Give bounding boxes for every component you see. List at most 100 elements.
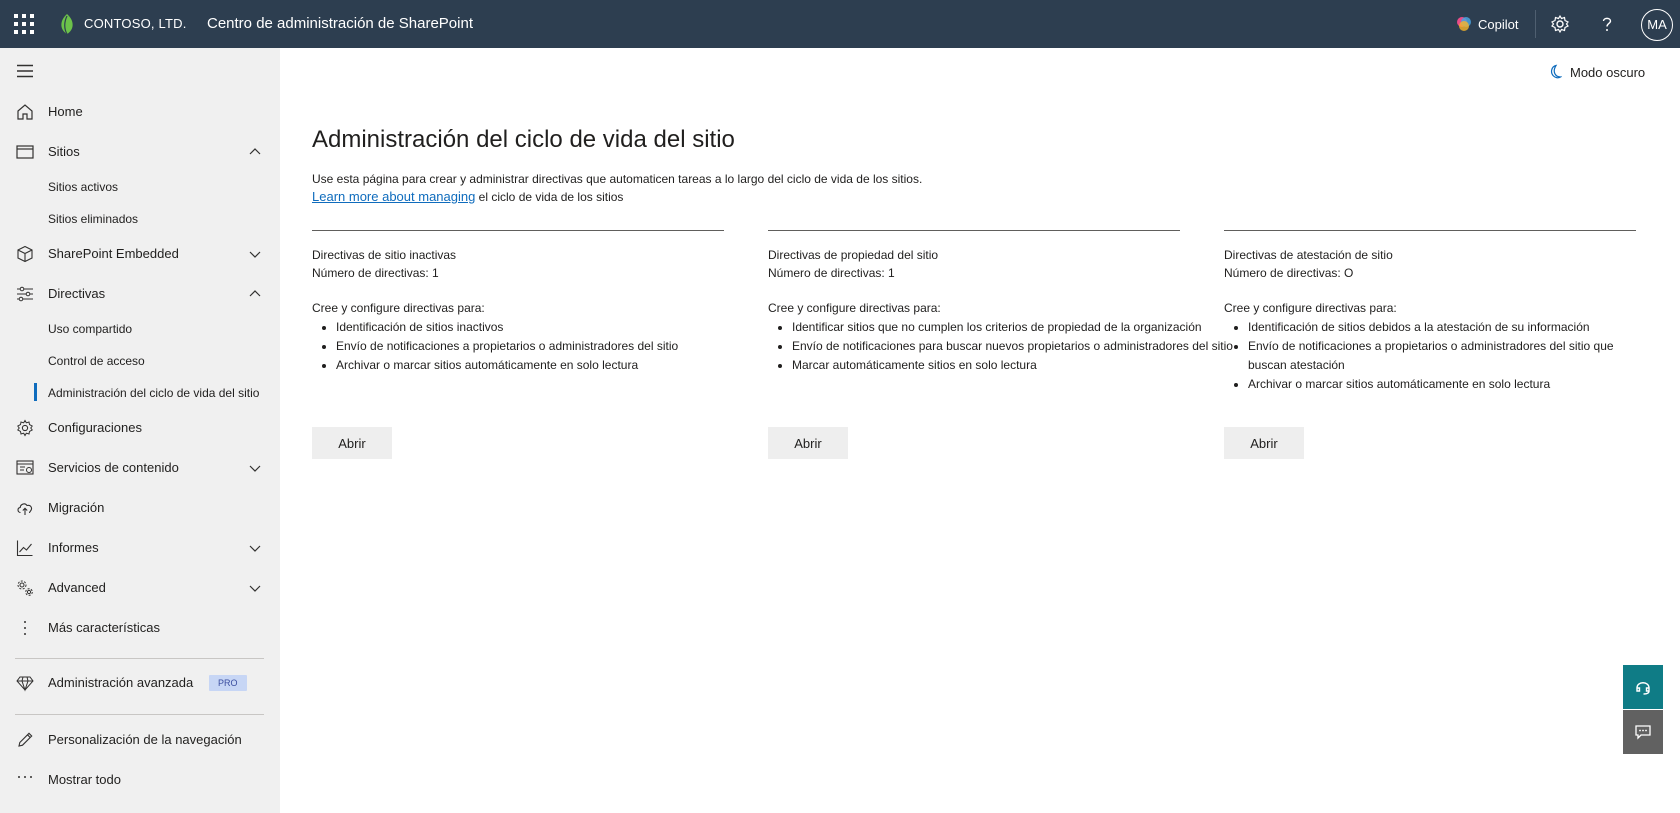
nav-label: Informes: [48, 540, 99, 555]
nav-item-mas-caracteristicas[interactable]: Más características: [0, 610, 280, 646]
card-title: Directivas de sitio inactivas: [312, 248, 457, 262]
page-title: Administración del ciclo de vida del sit…: [312, 126, 735, 153]
bullet-item: Archivar o marcar sitios automáticamente…: [1248, 375, 1636, 394]
nav-item-home[interactable]: Home: [0, 94, 280, 130]
policy-card-attestation: Directivas de atestación de sitio Número…: [1224, 230, 1636, 394]
sidebar-divider: [15, 714, 264, 715]
nav-item-informes[interactable]: Informes: [0, 530, 280, 566]
nav-label: Personalización de la navegación: [48, 732, 242, 747]
bullet-item: Identificar sitios que no cumplen los cr…: [792, 318, 1202, 337]
card-intro: Cree y configure directivas para:: [768, 301, 941, 315]
nav-item-directivas[interactable]: Directivas: [0, 276, 280, 312]
card-title: Directivas de propiedad del sitio: [768, 248, 939, 262]
copilot-button[interactable]: Copilot: [1456, 14, 1518, 34]
pro-badge: PRO: [209, 675, 247, 691]
open-ownership-button[interactable]: Abrir: [768, 427, 848, 459]
open-inactive-button[interactable]: Abrir: [312, 427, 392, 459]
app-launcher-icon[interactable]: [14, 14, 34, 34]
headset-icon: [1636, 682, 1650, 695]
user-avatar[interactable]: MA: [1641, 9, 1673, 41]
nav-subitem-control-de-acceso[interactable]: Control de acceso: [0, 346, 280, 376]
dark-mode-label: Modo oscuro: [1570, 64, 1646, 80]
copilot-label: Copilot: [1478, 16, 1519, 32]
dark-mode-toggle[interactable]: Modo oscuro: [1546, 63, 1645, 81]
nav-item-advanced[interactable]: Advanced: [0, 570, 280, 606]
card-count: Número de directivas: 1: [768, 266, 895, 280]
home-icon: [17, 104, 33, 120]
page-description: Use esta página para crear y administrar…: [312, 172, 923, 186]
policy-card-ownership: Directivas de propiedad del sitio Número…: [768, 230, 1233, 375]
nav-subitem-sitios-activos[interactable]: Sitios activos: [0, 172, 280, 202]
cube-icon: [17, 245, 33, 263]
nav-item-servicios-de-contenido[interactable]: Servicios de contenido: [0, 450, 280, 486]
nav-label: Uso compartido: [48, 322, 133, 336]
gear-icon: [17, 419, 33, 437]
moon-icon: [1550, 64, 1562, 79]
feedback-icon: [1635, 725, 1651, 740]
nav-label: Sitios: [48, 144, 80, 159]
card-bullets: Identificación de sitios inactivos Envío…: [312, 318, 724, 375]
nav-item-sitios[interactable]: Sitios: [0, 134, 280, 170]
chevron-down-icon[interactable]: [249, 582, 261, 594]
copilot-icon: [1457, 17, 1471, 31]
open-attestation-button[interactable]: Abrir: [1224, 427, 1304, 459]
top-bar: CONTOSO, LTD. Centro de administración d…: [0, 0, 1680, 48]
card-rule: [1224, 230, 1636, 231]
nav-item-mostrar-todo[interactable]: Mostrar todo: [0, 762, 280, 798]
learn-more: Learn more about managing el ciclo de vi…: [312, 189, 623, 204]
bullet-item: Identificación de sitios inactivos: [336, 318, 724, 337]
nav-label: Control de acceso: [48, 354, 145, 368]
sidebar-divider: [15, 658, 264, 659]
more-vertical-icon: [24, 621, 26, 635]
nav-subitem-uso-compartido[interactable]: Uso compartido: [0, 314, 280, 344]
help-support-button[interactable]: [1623, 665, 1663, 709]
card-bullets: Identificar sitios que no cumplen los cr…: [768, 318, 1233, 375]
hamburger-menu-icon[interactable]: [16, 64, 34, 78]
nav-label: Migración: [48, 500, 105, 515]
chevron-down-icon[interactable]: [249, 542, 261, 554]
nav-label: Mostrar todo: [48, 772, 121, 787]
card-rule: [768, 230, 1180, 231]
browser-icon: [16, 145, 34, 159]
card-intro: Cree y configure directivas para:: [1224, 301, 1397, 315]
app-title[interactable]: Centro de administración de SharePoint: [207, 15, 473, 32]
nav-label: Directivas: [48, 286, 106, 301]
diamond-icon: [16, 676, 34, 692]
org-name: CONTOSO, LTD.: [84, 16, 187, 31]
bullet-item: Archivar o marcar sitios automáticamente…: [336, 356, 724, 375]
nav-label: Más características: [48, 620, 160, 635]
bullet-item: Marcar automáticamente sitios en solo le…: [792, 356, 1180, 375]
active-indicator: [34, 383, 37, 401]
settings-gear-icon[interactable]: [1550, 14, 1570, 34]
topbar-divider: [1535, 10, 1536, 38]
nav-label: Administración avanzada: [48, 675, 194, 690]
nav-label: Sitios eliminados: [48, 212, 139, 226]
bullet-item: Identificación de sitios debidos a la at…: [1248, 318, 1636, 337]
cloud-upload-icon: [17, 503, 33, 515]
nav-item-sharepoint-embedded[interactable]: SharePoint Embedded: [0, 236, 280, 272]
nav-item-configuraciones[interactable]: Configuraciones: [0, 410, 280, 446]
left-navigation: Home Sitios Sitios activos Sitios elimin…: [0, 48, 280, 813]
bullet-item: Envío de notificaciones a propietarios o…: [336, 337, 724, 356]
nav-subitem-ciclo-de-vida[interactable]: Administración del ciclo de vida del sit…: [0, 378, 280, 408]
line-chart-icon: [16, 540, 33, 557]
chevron-down-icon[interactable]: [249, 462, 261, 474]
nav-item-personalizacion[interactable]: Personalización de la navegación: [0, 722, 280, 758]
card-rule: [312, 230, 724, 231]
chevron-up-icon[interactable]: [249, 288, 261, 300]
nav-item-migracion[interactable]: Migración: [0, 490, 280, 526]
help-icon[interactable]: [1597, 14, 1617, 34]
nav-item-administracion-avanzada[interactable]: Administración avanzada PRO: [0, 665, 280, 701]
chevron-up-icon[interactable]: [249, 146, 261, 158]
learn-more-link[interactable]: Learn more about managing: [312, 189, 475, 204]
chevron-down-icon[interactable]: [249, 248, 261, 260]
card-intro: Cree y configure directivas para:: [312, 301, 485, 315]
gears-icon: [17, 580, 33, 596]
content-services-icon: [16, 460, 34, 475]
nav-subitem-sitios-eliminados[interactable]: Sitios eliminados: [0, 204, 280, 234]
feedback-button[interactable]: [1623, 710, 1663, 754]
nav-label: Advanced: [48, 580, 106, 595]
contoso-logo-icon: [61, 14, 73, 35]
nav-label: Home: [48, 104, 83, 119]
card-count: Número de directivas: 1: [312, 266, 439, 280]
